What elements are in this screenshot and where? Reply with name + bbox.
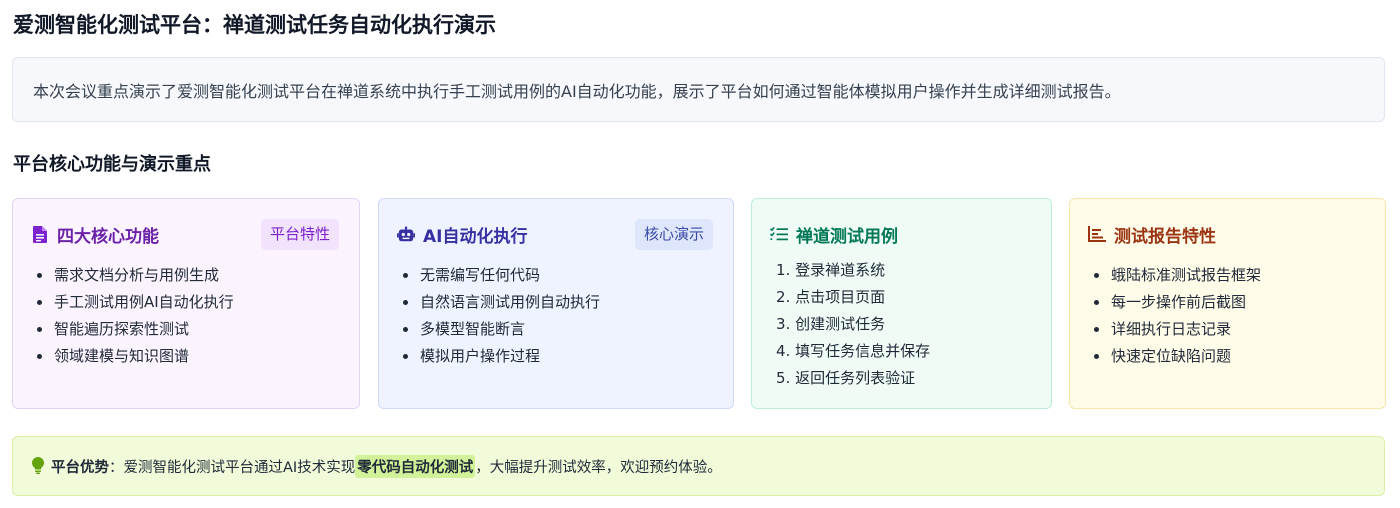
list-item: 需求文档分析与用例生成 <box>37 262 234 289</box>
feature-list: 需求文档分析与用例生成 手工测试用例AI自动化执行 智能遍历探索性测试 领域建模… <box>37 262 234 370</box>
list-item: 蛾陆标准测试报告框架 <box>1094 262 1261 289</box>
list-item: 详细执行日志记录 <box>1094 316 1261 343</box>
list-item: 领域建模与知识图谱 <box>37 343 234 370</box>
checklist-icon <box>770 225 788 243</box>
list-item: 1. 登录禅道系统 <box>776 261 886 279</box>
advantage-text-end: ，大幅提升测试效率，欢迎预约体验。 <box>475 459 722 476</box>
card-header: 测试报告特性 <box>1088 221 1216 247</box>
document-icon <box>31 225 49 243</box>
card-ai-automation: AI自动化执行 核心演示 无需编写任何代码 自然语言测试用例自动执行 多模型智能… <box>378 198 734 409</box>
advantage-text: 爱测智能化测试平台通过AI技术实现 <box>123 459 356 476</box>
advantage-colon: ： <box>109 459 124 476</box>
summary-text: 本次会议重点演示了爱测智能化测试平台在禅道系统中执行手工测试用例的AI自动化功能… <box>33 81 1121 101</box>
lightbulb-icon <box>32 457 46 475</box>
feature-list: 蛾陆标准测试报告框架 每一步操作前后截图 详细执行日志记录 快速定位缺陷问题 <box>1094 262 1261 370</box>
list-item: 手工测试用例AI自动化执行 <box>37 289 234 316</box>
list-item: 5. 返回任务列表验证 <box>776 369 916 387</box>
section-title: 平台核心功能与演示重点 <box>13 154 211 175</box>
card-title: 测试报告特性 <box>1114 226 1216 247</box>
card-header: 四大核心功能 <box>31 221 159 247</box>
list-item: 3. 创建测试任务 <box>776 315 886 333</box>
list-item: 智能遍历探索性测试 <box>37 316 234 343</box>
advantage-label: 平台优势 <box>51 459 109 476</box>
badge-core-demo: 核心演示 <box>634 219 713 250</box>
card-title: AI自动化执行 <box>423 226 528 247</box>
badge-platform-features: 平台特性 <box>260 219 339 250</box>
card-core-features: 四大核心功能 平台特性 需求文档分析与用例生成 手工测试用例AI自动化执行 智能… <box>12 198 360 409</box>
list-item: 模拟用户操作过程 <box>403 343 600 370</box>
summary-box: 本次会议重点演示了爱测智能化测试平台在禅道系统中执行手工测试用例的AI自动化功能… <box>12 57 1385 122</box>
feature-list: 无需编写任何代码 自然语言测试用例自动执行 多模型智能断言 模拟用户操作过程 <box>403 262 600 370</box>
page-title: 爱测智能化测试平台：禅道测试任务自动化执行演示 <box>13 13 496 37</box>
list-item: 快速定位缺陷问题 <box>1094 343 1261 370</box>
card-title: 禅道测试用例 <box>796 226 898 247</box>
list-item: 4. 填写任务信息并保存 <box>776 342 931 360</box>
advantage-highlight: 零代码自动化测试 <box>355 454 476 478</box>
card-zentao-testcases: 禅道测试用例 1. 登录禅道系统 2. 点击项目页面 3. 创建测试任务 4. … <box>751 198 1052 409</box>
robot-icon <box>397 225 415 243</box>
card-title: 四大核心功能 <box>57 226 159 247</box>
bar-chart-icon <box>1088 225 1106 243</box>
list-item: 自然语言测试用例自动执行 <box>403 289 600 316</box>
card-report-features: 测试报告特性 蛾陆标准测试报告框架 每一步操作前后截图 详细执行日志记录 快速定… <box>1069 198 1386 409</box>
list-item: 2. 点击项目页面 <box>776 288 886 306</box>
card-header: AI自动化执行 <box>397 221 527 247</box>
list-item: 多模型智能断言 <box>403 316 600 343</box>
list-item: 无需编写任何代码 <box>403 262 600 289</box>
list-item: 每一步操作前后截图 <box>1094 289 1261 316</box>
platform-advantage-banner: 平台优势 ： 爱测智能化测试平台通过AI技术实现 零代码自动化测试 ，大幅提升测… <box>12 436 1385 496</box>
card-header: 禅道测试用例 <box>770 221 898 247</box>
testcase-steps: 1. 登录禅道系统 2. 点击项目页面 3. 创建测试任务 4. 填写任务信息并… <box>776 257 930 392</box>
